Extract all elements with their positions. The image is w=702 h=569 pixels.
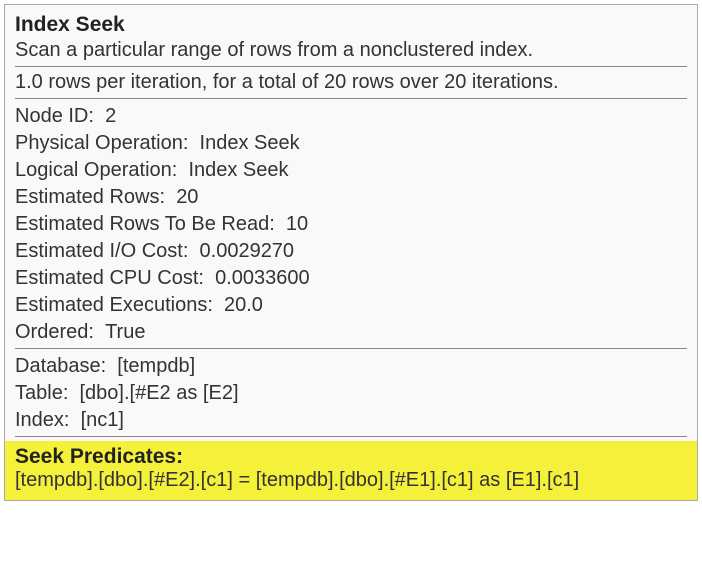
prop-value: 0.0033600 <box>215 267 310 289</box>
prop-label: Table: <box>15 382 68 404</box>
prop-value: 20 <box>176 186 198 208</box>
prop-value: Index Seek <box>188 159 288 181</box>
prop-label: Node ID: <box>15 105 94 127</box>
prop-value: [dbo].[#E2 as [E2] <box>80 382 239 404</box>
prop-value: 0.0029270 <box>200 240 295 262</box>
operation-description: Scan a particular range of rows from a n… <box>15 39 687 67</box>
prop-logical-operation: Logical Operation: Index Seek <box>15 157 687 184</box>
prop-physical-operation: Physical Operation: Index Seek <box>15 130 687 157</box>
rows-summary: 1.0 rows per iteration, for a total of 2… <box>15 71 687 99</box>
prop-label: Estimated Rows To Be Read: <box>15 213 275 235</box>
seek-predicates-section: Seek Predicates: [tempdb].[dbo].[#E2].[c… <box>5 441 697 500</box>
prop-label: Estimated Executions: <box>15 294 213 316</box>
prop-label: Logical Operation: <box>15 159 177 181</box>
prop-label: Index: <box>15 409 69 431</box>
prop-label: Estimated Rows: <box>15 186 165 208</box>
operation-title: Index Seek <box>15 13 687 37</box>
prop-estimated-rows-read: Estimated Rows To Be Read: 10 <box>15 211 687 238</box>
prop-node-id: Node ID: 2 <box>15 103 687 130</box>
prop-table: Table: [dbo].[#E2 as [E2] <box>15 380 687 407</box>
prop-database: Database: [tempdb] <box>15 353 687 380</box>
prop-label: Physical Operation: <box>15 132 188 154</box>
prop-label: Estimated I/O Cost: <box>15 240 188 262</box>
prop-value: 2 <box>105 105 116 127</box>
prop-value: 20.0 <box>224 294 263 316</box>
prop-label: Estimated CPU Cost: <box>15 267 204 289</box>
seek-predicates-title: Seek Predicates: <box>15 445 687 469</box>
prop-estimated-cpu: Estimated CPU Cost: 0.0033600 <box>15 265 687 292</box>
query-plan-tooltip: Index Seek Scan a particular range of ro… <box>4 4 698 501</box>
prop-label: Ordered: <box>15 321 94 343</box>
prop-value: Index Seek <box>200 132 300 154</box>
prop-ordered: Ordered: True <box>15 319 687 346</box>
prop-value: 10 <box>286 213 308 235</box>
seek-predicates-value: [tempdb].[dbo].[#E2].[c1] = [tempdb].[db… <box>15 469 687 492</box>
section-divider <box>15 436 687 437</box>
prop-value: [nc1] <box>81 409 124 431</box>
prop-estimated-executions: Estimated Executions: 20.0 <box>15 292 687 319</box>
prop-index: Index: [nc1] <box>15 407 687 434</box>
prop-value: [tempdb] <box>117 355 195 377</box>
prop-value: True <box>105 321 145 343</box>
prop-estimated-rows: Estimated Rows: 20 <box>15 184 687 211</box>
section-divider <box>15 348 687 349</box>
prop-label: Database: <box>15 355 106 377</box>
prop-estimated-io: Estimated I/O Cost: 0.0029270 <box>15 238 687 265</box>
